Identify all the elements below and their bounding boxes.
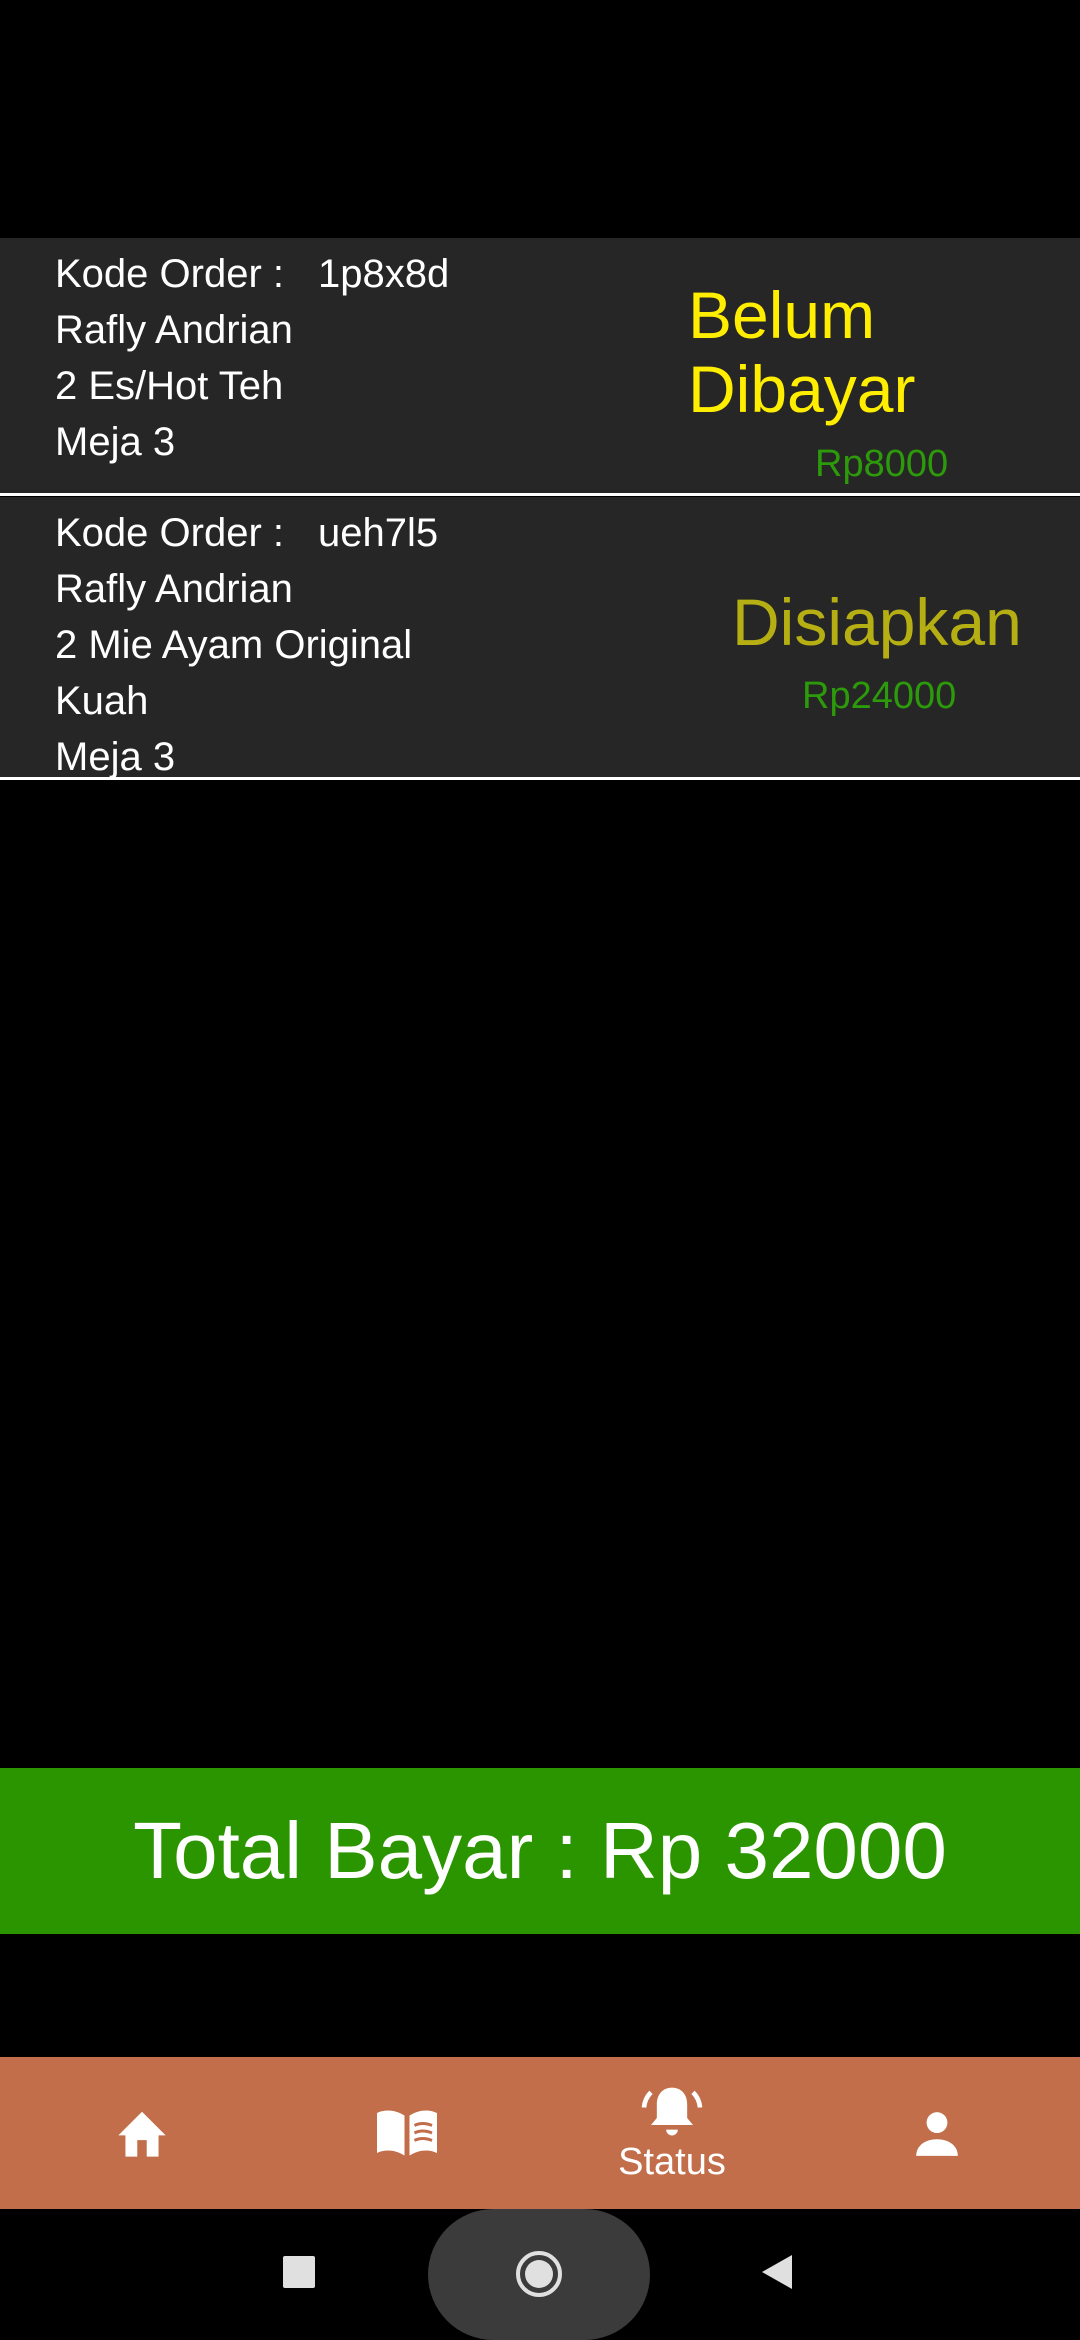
- order-items: 2 Mie Ayam Original Kuah: [55, 623, 413, 723]
- person-icon: [916, 2112, 958, 2156]
- total-payment-bar: Total Bayar : Rp 32000: [0, 1768, 1080, 1934]
- menu-book-icon: [377, 2110, 437, 2156]
- order-price: Rp8000: [815, 443, 949, 485]
- recent-apps-icon[interactable]: [283, 2256, 315, 2288]
- table-number: Meja 3: [55, 735, 176, 779]
- nav-home[interactable]: [72, 2057, 212, 2209]
- bottom-navigation: Status: [0, 2057, 1080, 2209]
- order-code-line: Kode Order : ueh7l5: [55, 505, 455, 561]
- nav-menu[interactable]: [337, 2057, 477, 2209]
- order-status: Disiapkan: [732, 585, 1022, 659]
- order-card[interactable]: Kode Order : 1p8x8d Rafly Andrian 2 Es/Ho…: [0, 238, 1080, 496]
- back-icon[interactable]: [758, 2253, 794, 2291]
- nav-profile[interactable]: [867, 2057, 1007, 2209]
- table-number: Meja 3: [55, 420, 176, 464]
- notification-bell-icon: [641, 2087, 703, 2135]
- home-circle-icon: [516, 2251, 562, 2297]
- order-price: Rp24000: [802, 675, 957, 717]
- system-navigation-bar: [0, 2209, 1080, 2340]
- order-card[interactable]: Kode Order : ueh7l5 Rafly Andrian 2 Mie A…: [0, 497, 1080, 780]
- order-code-label: Kode Order :: [55, 511, 285, 555]
- order-code-line: Kode Order : 1p8x8d: [55, 246, 449, 302]
- nav-status[interactable]: Status: [602, 2057, 742, 2209]
- order-code-label: Kode Order :: [55, 252, 285, 296]
- home-icon: [118, 2111, 166, 2157]
- home-pill[interactable]: [428, 2209, 650, 2340]
- order-status: Belum Dibayar: [688, 278, 916, 426]
- order-code: 1p8x8d: [318, 252, 450, 296]
- order-items: 2 Es/Hot Teh: [55, 364, 284, 408]
- order-code: ueh7l5: [318, 511, 439, 555]
- order-info: Kode Order : ueh7l5 Rafly Andrian 2 Mie A…: [55, 505, 455, 785]
- nav-status-label: Status: [618, 2140, 726, 2183]
- customer-name: Rafly Andrian: [55, 308, 293, 352]
- order-info: Kode Order : 1p8x8d Rafly Andrian 2 Es/Ho…: [55, 246, 449, 470]
- customer-name: Rafly Andrian: [55, 567, 293, 611]
- total-payment-label: Total Bayar : Rp 32000: [133, 1806, 947, 1895]
